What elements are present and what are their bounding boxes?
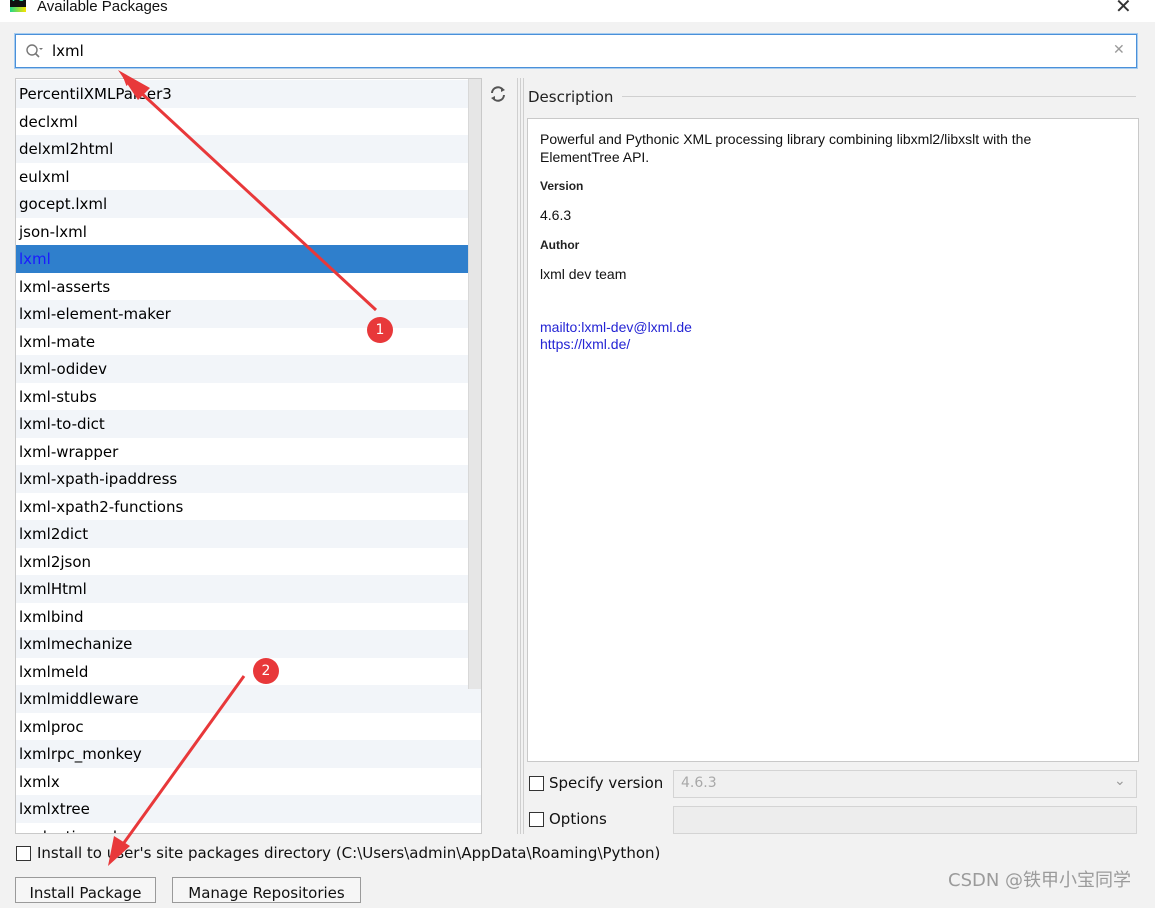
description-summary-line1: Powerful and Pythonic XML processing lib…: [540, 131, 1032, 147]
package-list-item[interactable]: lxmlx: [16, 768, 481, 796]
search-box[interactable]: ✕: [15, 34, 1137, 68]
specify-version-label: Specify version: [549, 774, 664, 792]
install-user-label: Install to user's site packages director…: [37, 844, 661, 862]
package-list-item[interactable]: declxml: [16, 108, 481, 136]
package-list-item[interactable]: lxml-wrapper: [16, 438, 481, 466]
package-list-item[interactable]: lxmlbind: [16, 603, 481, 631]
package-list-item[interactable]: json-lxml: [16, 218, 481, 246]
mailto-link[interactable]: mailto:lxml-dev@lxml.de: [540, 319, 692, 335]
description-panel: Powerful and Pythonic XML processing lib…: [527, 118, 1139, 762]
pycharm-app-icon: PC: [10, 0, 26, 12]
package-list-item[interactable]: lxmlmechanize: [16, 630, 481, 658]
description-summary-line2: ElementTree API.: [540, 149, 650, 165]
package-list-scrollbar[interactable]: [468, 79, 481, 689]
version-select-value: 4.6.3: [681, 775, 717, 791]
package-list-item[interactable]: lxmlmiddleware: [16, 685, 481, 713]
version-select[interactable]: 4.6.3 ⌄: [673, 770, 1137, 798]
package-list-item[interactable]: lxml: [16, 245, 481, 273]
search-icon[interactable]: [25, 43, 43, 59]
package-list-item[interactable]: lxml-stubs: [16, 383, 481, 411]
version-value: 4.6.3: [540, 207, 572, 223]
close-icon[interactable]: ✕: [1115, 0, 1132, 18]
package-list-item[interactable]: lxml-xpath2-functions: [16, 493, 481, 521]
annotation-badge-2: 2: [253, 658, 279, 684]
package-list-item[interactable]: lxml-xpath-ipaddress: [16, 465, 481, 493]
refresh-icon[interactable]: [489, 85, 507, 103]
install-package-button[interactable]: Install Package: [15, 877, 156, 903]
options-checkbox[interactable]: [529, 812, 544, 827]
package-list-item[interactable]: lxml-asserts: [16, 273, 481, 301]
package-list-item[interactable]: gocept.lxml: [16, 190, 481, 218]
package-list-item[interactable]: lxml2dict: [16, 520, 481, 548]
specify-version-checkbox[interactable]: [529, 776, 544, 791]
package-list-item[interactable]: eulxml: [16, 163, 481, 191]
homepage-link[interactable]: https://lxml.de/: [540, 336, 630, 352]
annotation-badge-1: 1: [367, 317, 393, 343]
watermark: CSDN @铁甲小宝同学: [948, 870, 1132, 891]
description-label: Description: [528, 88, 614, 106]
options-label: Options: [549, 810, 607, 828]
title-bar: PC Available Packages ✕: [0, 0, 1155, 22]
package-list-item[interactable]: lxmlproc: [16, 713, 481, 741]
package-list-item[interactable]: lxml-element-maker: [16, 300, 481, 328]
author-value: lxml dev team: [540, 266, 627, 282]
package-list-item[interactable]: lxml-odidev: [16, 355, 481, 383]
package-list-item[interactable]: lxmlrpc_monkey: [16, 740, 481, 768]
package-list-item[interactable]: delxml2html: [16, 135, 481, 163]
package-list-item[interactable]: lxml-mate: [16, 328, 481, 356]
package-list-item[interactable]: lxml-to-dict: [16, 410, 481, 438]
clear-search-icon[interactable]: ✕: [1113, 42, 1125, 58]
author-heading: Author: [540, 238, 580, 252]
install-user-checkbox[interactable]: [16, 846, 31, 861]
version-heading: Version: [540, 179, 584, 193]
manage-repositories-button[interactable]: Manage Repositories: [172, 877, 361, 903]
package-list-item[interactable]: lxmlxtree: [16, 795, 481, 823]
chevron-down-icon[interactable]: ⌄: [1114, 773, 1126, 789]
package-list-item[interactable]: lxml2json: [16, 548, 481, 576]
search-input[interactable]: [52, 41, 1092, 61]
package-list[interactable]: PercentilXMLParser3 declxml delxml2html eul…: [15, 78, 482, 834]
package-list-item[interactable]: PercentilXMLParser3: [16, 80, 481, 108]
panel-splitter[interactable]: [517, 78, 524, 834]
window-title: Available Packages: [37, 0, 168, 15]
package-list-item[interactable]: pydantic-xml: [16, 823, 481, 834]
package-list-item[interactable]: lxmlHtml: [16, 575, 481, 603]
package-list-item[interactable]: lxmlmeld: [16, 658, 481, 686]
description-separator: [622, 96, 1136, 97]
options-input[interactable]: [673, 806, 1137, 834]
